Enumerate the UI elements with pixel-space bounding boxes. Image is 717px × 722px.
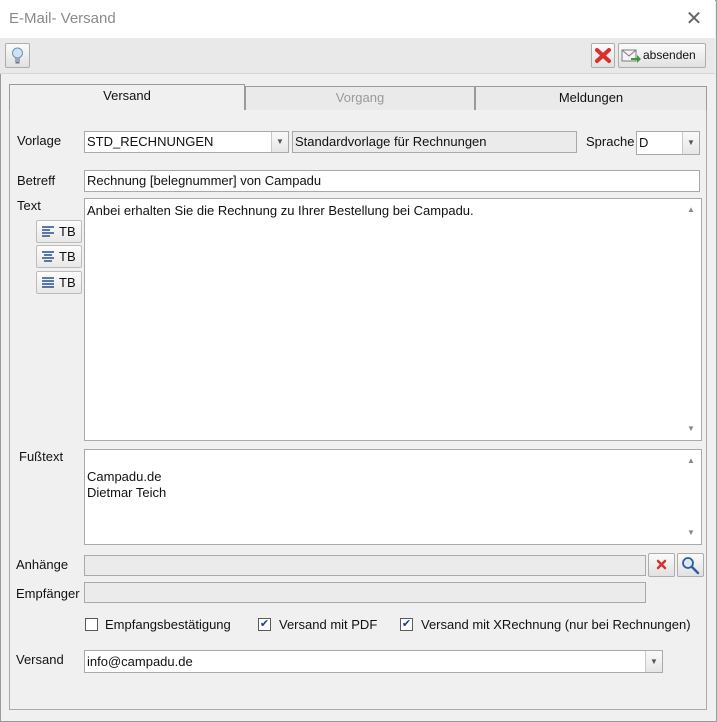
vorlage-label: Vorlage <box>17 133 62 148</box>
xrechnung-checkbox[interactable]: ✔ <box>400 618 413 631</box>
scroll-down-icon[interactable]: ▼ <box>683 526 699 540</box>
red-x-icon <box>656 559 667 570</box>
text-format-label-1: TB <box>59 224 76 239</box>
window-title: E-Mail- Versand <box>9 10 116 27</box>
sprache-select[interactable]: D ▼ <box>636 131 700 155</box>
align-justify-icon <box>42 277 54 288</box>
empfangsbestaetigung-checkbox[interactable] <box>85 618 98 631</box>
fusstext-editor[interactable]: Campadu.de Dietmar Teich ▲ ▼ <box>84 449 702 545</box>
pdf-checkbox[interactable]: ✔ <box>258 618 271 631</box>
chevron-down-icon[interactable]: ▼ <box>682 132 699 154</box>
betreff-value: Rechnung [belegnummer] von Campadu <box>87 173 322 188</box>
text-label: Text <box>17 198 41 213</box>
send-button[interactable]: absenden <box>618 43 706 68</box>
text-format-label-3: TB <box>59 275 76 290</box>
tab-versand[interactable]: Versand <box>9 84 245 110</box>
tab-meldungen[interactable]: Meldungen <box>475 86 707 110</box>
versand-value: info@campadu.de <box>87 654 193 669</box>
align-left-icon <box>42 226 54 237</box>
send-button-label: absenden <box>643 48 696 62</box>
xrechnung-label: Versand mit XRechnung (nur bei Rechnunge… <box>421 617 691 632</box>
browse-attachment-button[interactable] <box>677 553 704 577</box>
pdf-label: Versand mit PDF <box>279 617 378 632</box>
versand-label: Versand <box>16 652 64 667</box>
text-editor[interactable]: Anbei erhalten Sie die Rechnung zu Ihrer… <box>84 198 702 441</box>
cancel-button[interactable] <box>591 43 615 68</box>
clear-attachment-button[interactable] <box>648 553 675 577</box>
chevron-down-icon[interactable]: ▼ <box>271 132 288 152</box>
text-format-button-3[interactable]: TB <box>36 271 82 294</box>
vorlage-description-text: Standardvorlage für Rechnungen <box>295 134 487 149</box>
red-x-icon <box>595 48 611 63</box>
text-format-label-2: TB <box>59 249 76 264</box>
scroll-down-icon[interactable]: ▼ <box>683 422 699 436</box>
tab-meldungen-label: Meldungen <box>558 90 624 105</box>
text-format-button-2[interactable]: TB <box>36 245 82 268</box>
toolbar: absenden <box>0 38 715 74</box>
fusstext-label: Fußtext <box>19 449 64 464</box>
scroll-up-icon[interactable]: ▲ <box>683 203 699 217</box>
mail-send-icon <box>621 49 641 63</box>
text-editor-content: Anbei erhalten Sie die Rechnung zu Ihrer… <box>87 203 474 218</box>
versand-select[interactable]: info@campadu.de ▼ <box>84 650 663 673</box>
tab-versand-label: Versand <box>103 88 151 103</box>
align-center-icon <box>42 251 54 262</box>
fusstext-line-1: Campadu.de <box>87 469 162 484</box>
empfaenger-label: Empfänger <box>16 586 80 601</box>
vorlage-select[interactable]: STD_RECHNUNGEN ▼ <box>84 131 289 153</box>
lightbulb-icon <box>12 47 23 64</box>
betreff-input[interactable]: Rechnung [belegnummer] von Campadu <box>84 170 700 192</box>
text-format-button-1[interactable]: TB <box>36 220 82 243</box>
sprache-label: Sprache <box>586 134 635 149</box>
tab-vorgang-label: Vorgang <box>335 90 385 105</box>
vorlage-value: STD_RECHNUNGEN <box>87 134 214 149</box>
anhaenge-input[interactable] <box>84 555 646 576</box>
empfangsbestaetigung-label: Empfangsbestätigung <box>105 617 231 632</box>
chevron-down-icon[interactable]: ▼ <box>645 651 662 672</box>
anhaenge-label: Anhänge <box>16 557 69 572</box>
vorlage-description: Standardvorlage für Rechnungen <box>292 131 577 153</box>
empfaenger-input[interactable] <box>84 582 646 603</box>
tab-vorgang[interactable]: Vorgang <box>245 86 475 110</box>
sprache-value: D <box>639 135 649 150</box>
close-icon[interactable]: ✕ <box>680 6 708 32</box>
scroll-up-icon[interactable]: ▲ <box>683 454 699 468</box>
title-bar: E-Mail- Versand ✕ <box>0 0 715 38</box>
fusstext-line-2: Dietmar Teich <box>87 485 167 500</box>
betreff-label: Betreff <box>17 173 56 188</box>
help-button[interactable] <box>5 43 30 68</box>
magnifier-icon <box>682 557 700 575</box>
